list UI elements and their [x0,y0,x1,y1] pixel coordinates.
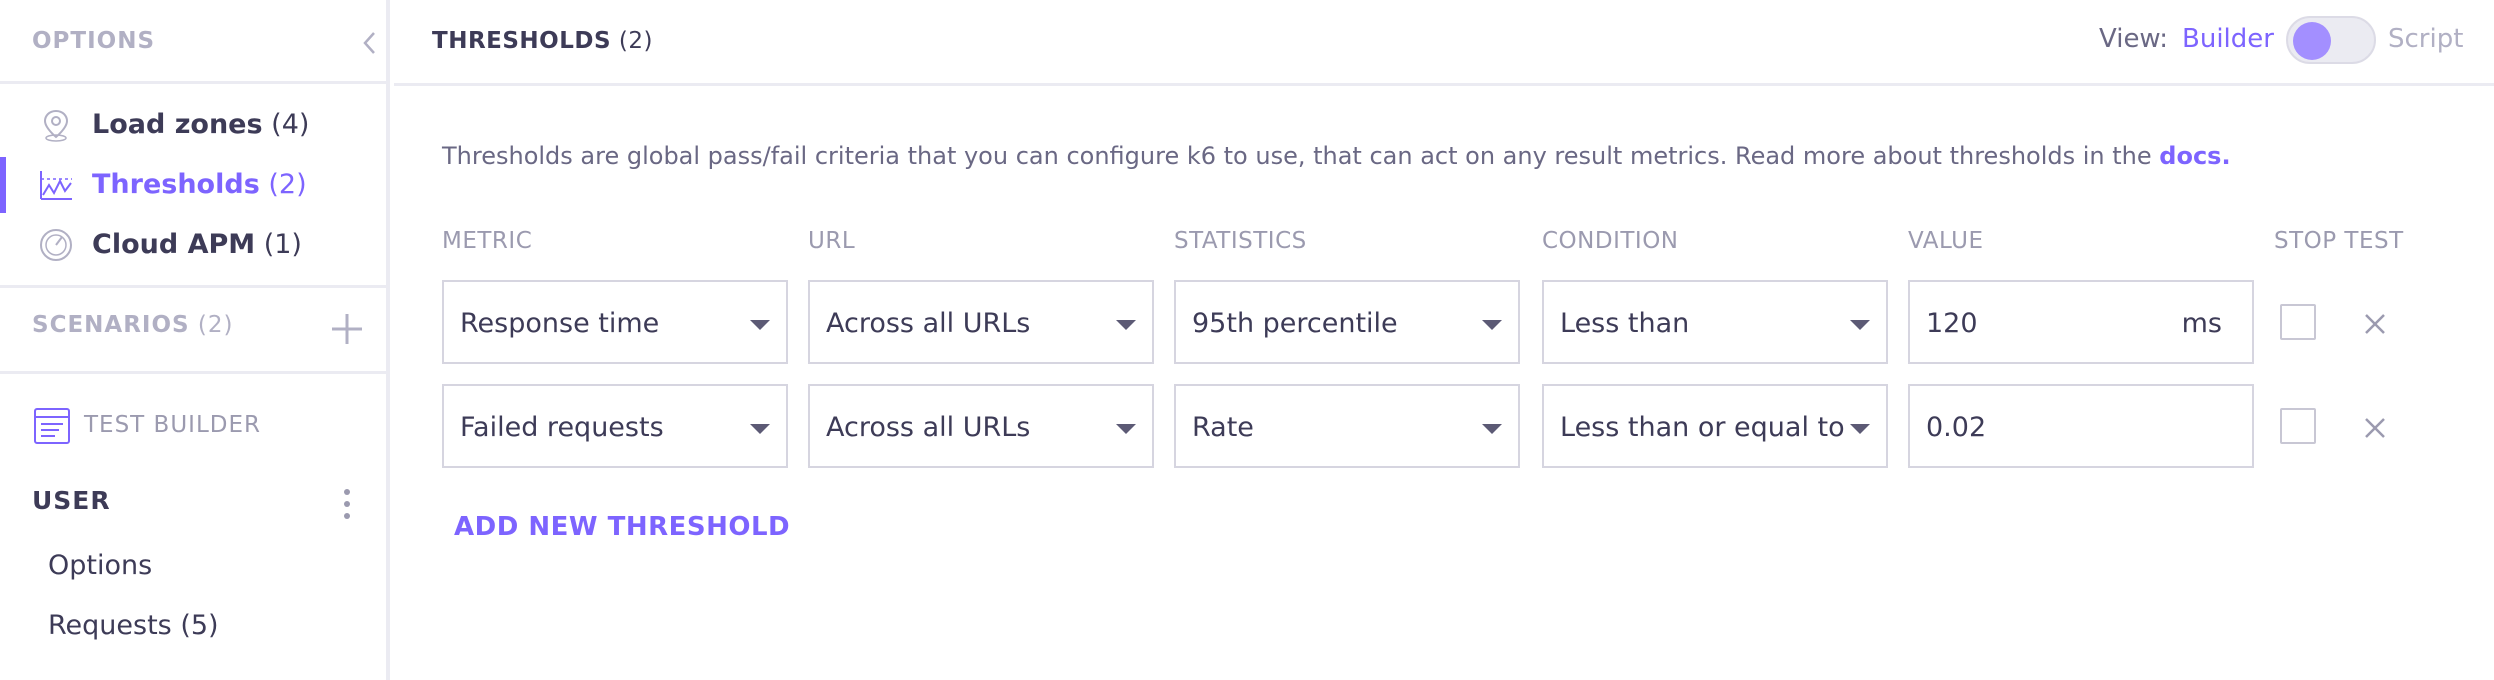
sidebar-item-thresholds[interactable]: Thresholds (2) [0,157,386,213]
value-input[interactable]: 120 ms [1908,280,2254,364]
url-select[interactable]: Across all URLs [808,280,1154,364]
sidebar-item-label: Cloud APM [92,229,256,260]
statistics-value: Rate [1192,412,1254,443]
test-builder-label[interactable]: TEST BUILDER [84,412,261,438]
caret-down-icon [1116,320,1136,330]
user-item-requests[interactable]: Requests (5) [48,610,219,641]
view-builder-option[interactable]: Builder [2182,24,2274,54]
close-icon[interactable] [2362,311,2388,337]
threshold-chart-icon [40,171,72,200]
caret-down-icon [1850,320,1870,330]
statistics-value: 95th percentile [1192,308,1398,339]
more-vertical-icon[interactable] [340,486,354,522]
docs-link[interactable]: docs. [2159,142,2230,170]
divider [0,371,390,374]
sidebar-item-cloud-apm[interactable]: Cloud APM (1) [0,217,386,273]
close-icon[interactable] [2362,415,2388,441]
condition-select[interactable]: Less than [1542,280,1888,364]
sidebar-item-label: Thresholds [92,169,260,200]
divider [0,285,390,288]
location-pin-icon [43,109,69,142]
statistics-select[interactable]: 95th percentile [1174,280,1520,364]
stop-test-checkbox[interactable] [2280,304,2316,340]
stop-test-checkbox[interactable] [2280,408,2316,444]
scenarios-count: (2) [197,312,234,338]
view-label: View: [2099,24,2169,54]
caret-down-icon [750,424,770,434]
column-header-value: VALUE [1908,228,1984,254]
view-toggle[interactable] [2286,16,2376,64]
value-unit: ms [2181,308,2222,339]
page-title: THRESHOLDS (2) [432,28,653,54]
url-value: Across all URLs [826,412,1031,443]
scenarios-label: SCENARIOS [32,312,190,338]
view-script-option[interactable]: Script [2388,24,2463,54]
value-text: 0.02 [1926,412,1987,443]
chevron-left-icon[interactable] [358,28,380,58]
toggle-knob [2293,22,2331,60]
add-new-threshold-button[interactable]: ADD NEW THRESHOLD [454,512,790,542]
user-section-title: USER [32,486,111,515]
column-header-condition: CONDITION [1542,228,1679,254]
plus-icon[interactable] [330,312,364,346]
metric-value: Response time [460,308,660,339]
value-input[interactable]: 0.02 [1908,384,2254,468]
sidebar-item-count: (2) [268,169,307,200]
caret-down-icon [750,320,770,330]
caret-down-icon [1482,424,1502,434]
sidebar-item-load-zones[interactable]: Load zones (4) [0,97,386,153]
condition-value: Less than [1560,308,1690,339]
sidebar-title: OPTIONS [32,28,156,54]
caret-down-icon [1116,424,1136,434]
thresholds-description: Thresholds are global pass/fail criteria… [442,142,2231,170]
statistics-select[interactable]: Rate [1174,384,1520,468]
metric-select[interactable]: Response time [442,280,788,364]
condition-value: Less than or equal to [1560,412,1845,443]
page-title-count: (2) [618,28,653,54]
value-text: 120 [1926,308,1978,339]
column-header-url: URL [808,228,856,254]
page-title-label: THRESHOLDS [432,28,612,54]
column-header-stop-test: STOP TEST [2274,228,2404,254]
main-header: THRESHOLDS (2) View: Builder Script [394,0,2494,86]
sidebar-item-count: (4) [271,109,310,140]
description-text: Thresholds are global pass/fail criteria… [442,142,2160,170]
sidebar-item-count: (1) [263,229,302,260]
list-document-icon [34,408,70,444]
sidebar-header: OPTIONS [0,0,390,84]
url-value: Across all URLs [826,308,1031,339]
condition-select[interactable]: Less than or equal to [1542,384,1888,468]
caret-down-icon [1482,320,1502,330]
metric-select[interactable]: Failed requests [442,384,788,468]
sidebar: OPTIONS Load zones (4) Thresholds (2) Cl… [0,0,390,680]
scenarios-section[interactable]: SCENARIOS (2) [32,312,234,338]
column-header-statistics: STATISTICS [1174,228,1307,254]
user-item-options[interactable]: Options [48,550,152,581]
caret-down-icon [1850,424,1870,434]
gauge-icon [40,229,72,261]
column-header-metric: METRIC [442,228,533,254]
main-panel: THRESHOLDS (2) View: Builder Script Thre… [394,0,2494,680]
url-select[interactable]: Across all URLs [808,384,1154,468]
metric-value: Failed requests [460,412,664,443]
sidebar-item-label: Load zones [92,109,263,140]
